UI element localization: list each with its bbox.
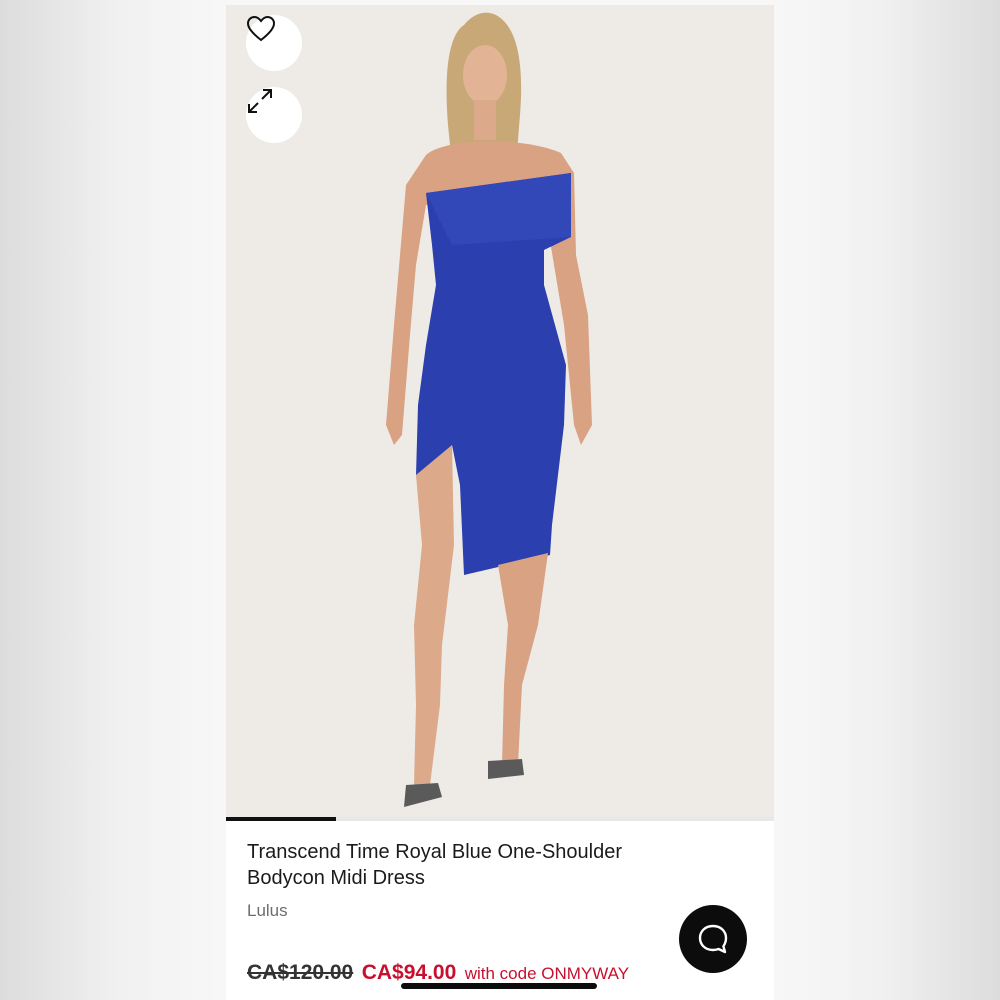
product-title-line-2: Bodycon Midi Dress: [247, 867, 425, 889]
gallery-progress-fill: [226, 817, 336, 821]
promo-code-text: with code ONMYWAY: [464, 964, 630, 983]
gallery-progress: [226, 817, 774, 821]
product-brand[interactable]: Lulus: [247, 901, 288, 921]
expand-arrows-icon: [248, 89, 272, 113]
price-row: CA$120.00 CA$94.00 with code ONMYWAY: [247, 961, 629, 985]
product-image[interactable]: [226, 5, 774, 817]
chat-button[interactable]: [679, 905, 747, 973]
product-screen: Transcend Time Royal Blue One-Shoulder B…: [226, 5, 774, 1000]
heart-icon: [246, 15, 276, 42]
product-title: Transcend Time Royal Blue One-Shoulder B…: [247, 839, 707, 891]
chat-bubble-icon: [698, 924, 728, 954]
model-illustration: [386, 12, 592, 807]
original-price: CA$120.00: [247, 961, 354, 984]
expand-button[interactable]: [246, 87, 302, 143]
sale-price: CA$94.00: [361, 961, 457, 984]
home-indicator[interactable]: [401, 983, 597, 989]
product-title-line-1: Transcend Time Royal Blue One-Shoulder: [247, 841, 622, 863]
favorite-button[interactable]: [246, 15, 302, 71]
